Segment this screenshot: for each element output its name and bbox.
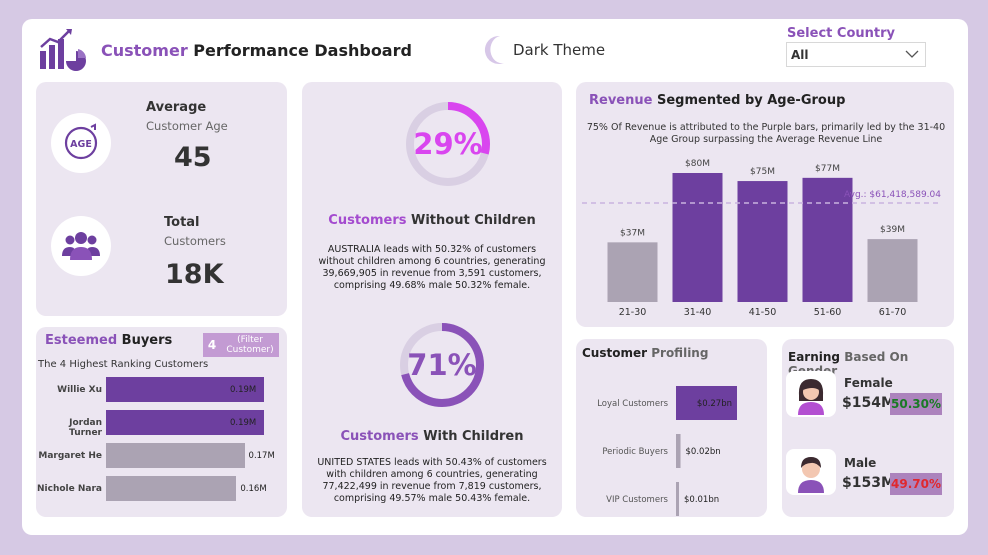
age-group-tick-label: 51-60 xyxy=(814,307,842,318)
svg-text:AGE: AGE xyxy=(70,139,92,150)
total-customers-heading: Total xyxy=(164,215,200,230)
moon-icon xyxy=(484,35,504,64)
buyer-name: Willie Xu xyxy=(57,385,102,395)
age-group-tick-label: 21-30 xyxy=(619,307,647,318)
buyer-name: Jordan Turner xyxy=(69,418,102,438)
age-group-tick-label: 41-50 xyxy=(749,307,777,318)
profile-value-label: $0.27bn xyxy=(697,399,732,409)
dashboard-canvas: Customer Performance Dashboard Dark Them… xyxy=(22,19,968,535)
with-children-description: UNITED STATES leads with 50.43% of custo… xyxy=(317,457,547,504)
female-amount: $154M xyxy=(842,395,895,411)
revenue-bar-chart: $37M 21-30 $80M 31-40 $75M 41-50 $77M 51-60 $39M… xyxy=(582,159,942,318)
with-children-percent: 71% xyxy=(407,348,477,382)
age-icon: AGE xyxy=(51,113,111,173)
male-avatar xyxy=(786,449,836,495)
theme-label: Dark Theme xyxy=(513,41,606,59)
avg-age-heading: Average xyxy=(146,100,207,115)
age-group-bar[interactable] xyxy=(867,239,918,302)
country-dropdown[interactable]: All xyxy=(786,42,926,67)
without-children-donut: 29% xyxy=(403,99,493,189)
without-children-percent: 29% xyxy=(413,127,483,161)
female-percent: 50.30% xyxy=(890,393,942,415)
filter-count: 4 xyxy=(207,338,217,352)
buyer-value-label: 0.19M xyxy=(230,418,257,428)
female-label: Female xyxy=(844,376,893,390)
profile-value-label: $0.02bn xyxy=(686,447,721,457)
filter-text: (Filter Customer) xyxy=(226,335,274,355)
customer-profiling-card: Customer Profiling Loyal Customers $0.27b… xyxy=(576,339,767,517)
country-filter-label: Select Country xyxy=(787,26,895,41)
esteemed-buyers-card: Esteemed Buyers 4 (Filter Customer) The … xyxy=(36,327,287,517)
theme-toggle[interactable]: Dark Theme xyxy=(482,34,605,66)
age-group-value-label: $80M xyxy=(685,159,710,169)
male-label: Male xyxy=(844,456,877,470)
avg-age-subheading: Customer Age xyxy=(146,119,228,133)
profile-value-label: $0.01bn xyxy=(684,495,719,505)
esteemed-buyers-title: Esteemed Buyers xyxy=(45,333,173,348)
buyer-value-label: 0.17M xyxy=(248,451,275,461)
age-group-value-label: $37M xyxy=(620,228,645,238)
customer-profiling-chart: Loyal Customers $0.27bn Periodic Buyers $0.… xyxy=(597,386,737,516)
profile-category-label: VIP Customers xyxy=(606,495,668,505)
age-group-value-label: $75M xyxy=(750,167,775,177)
without-children-title: Customers Without Children xyxy=(328,213,536,228)
kpi-card: AGE Average Customer Age 45 Total Custom… xyxy=(36,82,287,316)
filter-customer-badge[interactable]: 4 (Filter Customer) xyxy=(203,333,279,357)
total-customers-subheading: Customers xyxy=(164,234,226,248)
page-title: Customer Performance Dashboard xyxy=(101,41,412,60)
age-group-value-label: $39M xyxy=(880,225,905,235)
with-children-title: Customers With Children xyxy=(340,429,524,444)
male-amount: $153M xyxy=(842,475,895,491)
buyer-value-label: 0.19M xyxy=(230,385,257,395)
profile-category-label: Periodic Buyers xyxy=(602,447,668,457)
age-group-tick-label: 31-40 xyxy=(684,307,712,318)
customers-group-icon xyxy=(51,216,111,276)
buyer-value-label: 0.16M xyxy=(240,484,267,494)
with-children-donut: 71% xyxy=(397,320,487,410)
children-card: 29% Customers Without Children AUSTRALIA… xyxy=(302,82,562,517)
total-customers-value: 18K xyxy=(165,259,224,290)
without-children-description: AUSTRALIA leads with 50.32% of customers… xyxy=(318,244,546,291)
avg-age-value: 45 xyxy=(174,142,212,173)
average-revenue-label: Avg.: $61,418,589.04 xyxy=(844,190,941,200)
profile-bar[interactable] xyxy=(676,434,681,468)
age-group-bar[interactable] xyxy=(737,181,788,302)
revenue-age-card: Revenue Segmented by Age-Group 75% Of Re… xyxy=(576,82,954,327)
buyer-name: Margaret He xyxy=(38,451,102,461)
age-group-bar[interactable] xyxy=(607,242,658,302)
buyer-bar[interactable] xyxy=(106,476,237,501)
age-group-bar[interactable] xyxy=(672,173,723,302)
female-avatar xyxy=(786,371,836,417)
buyer-name: Nichole Nara xyxy=(37,484,102,494)
profile-category-label: Loyal Customers xyxy=(597,399,668,409)
chevron-down-icon xyxy=(905,50,919,58)
age-group-tick-label: 61-70 xyxy=(879,307,907,318)
profile-bar[interactable] xyxy=(676,482,679,516)
male-percent: 49.70% xyxy=(890,473,942,495)
esteemed-buyers-subtitle: The 4 Highest Ranking Customers xyxy=(38,359,209,370)
country-dropdown-value: All xyxy=(791,47,809,62)
analytics-logo-icon xyxy=(40,29,86,71)
buyer-bar[interactable] xyxy=(106,443,245,468)
earning-gender-card: Earning Based On Gender Female $154M 50.… xyxy=(782,339,954,517)
age-group-value-label: $77M xyxy=(815,164,840,174)
